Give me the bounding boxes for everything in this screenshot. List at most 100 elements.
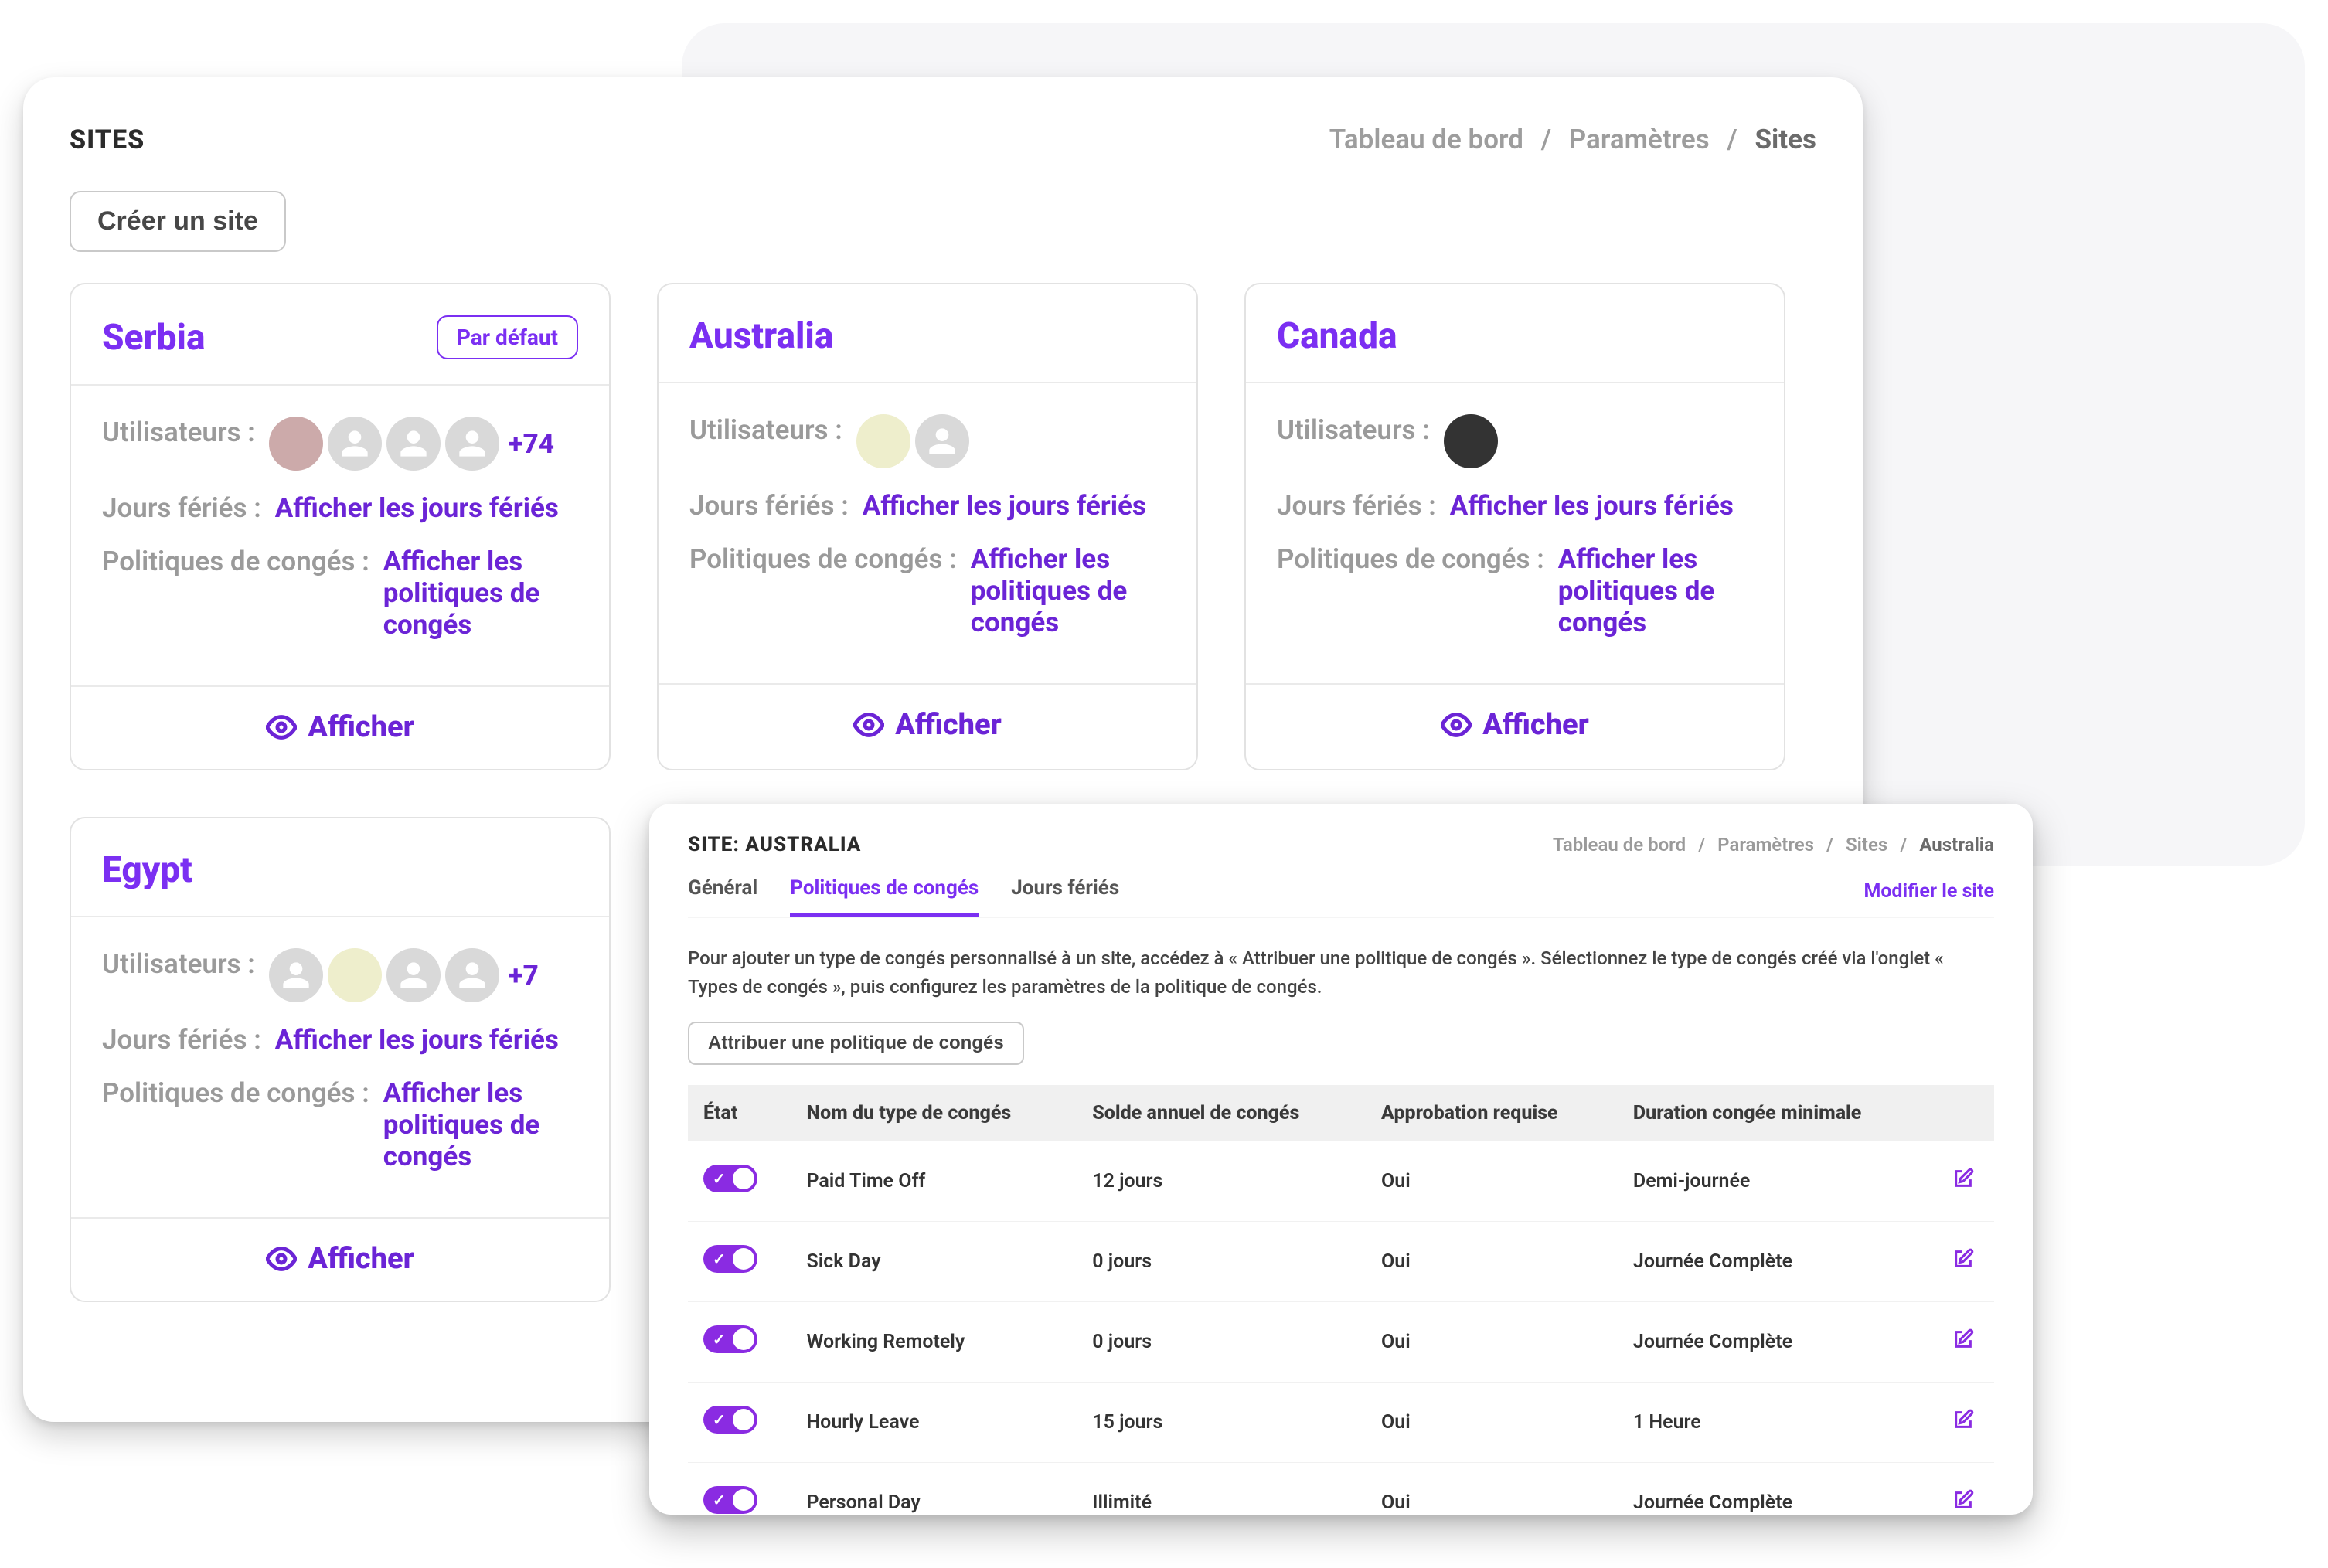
policies-table: État Nom du type de congés Solde annuel … <box>688 1085 1994 1542</box>
policies-link[interactable]: Afficher les politiques de congés <box>383 546 578 641</box>
site-card-serbia: Serbia Par défaut Utilisateurs : +74 Jou… <box>70 283 611 770</box>
edit-icon[interactable] <box>1952 1489 1974 1511</box>
view-site-link[interactable]: Afficher <box>853 708 1002 742</box>
breadcrumb-item[interactable]: Tableau de bord <box>1553 834 1686 855</box>
users-label: Utilisateurs : <box>689 414 842 446</box>
site-card-body: Utilisateurs : +74 Jours fériés : Affich… <box>71 386 609 685</box>
site-card-canada: Canada Utilisateurs : Jours fériés : Aff… <box>1244 283 1785 770</box>
breadcrumb-item[interactable]: Tableau de bord <box>1329 124 1523 155</box>
more-users-count[interactable]: +74 <box>509 428 554 460</box>
tab-leave-policies[interactable]: Politiques de congés <box>790 876 979 917</box>
breadcrumb-item[interactable]: Paramètres <box>1569 124 1710 155</box>
edit-icon[interactable] <box>1952 1409 1974 1430</box>
cell-min: Journée Complète <box>1618 1302 1932 1383</box>
check-icon: ✓ <box>713 1330 726 1349</box>
view-site-link[interactable]: Afficher <box>1441 708 1589 742</box>
policies-row: Politiques de congés : Afficher les poli… <box>102 546 578 641</box>
detail-header: SITE: AUSTRALIA Tableau de bord / Paramè… <box>688 833 1994 856</box>
holidays-link[interactable]: Afficher les jours fériés <box>275 492 559 524</box>
site-name: Australia <box>689 315 833 357</box>
table-row: ✓ Sick Day 0 jours Oui Journée Complète <box>688 1222 1994 1302</box>
avatar[interactable] <box>1444 414 1498 468</box>
avatar-placeholder[interactable] <box>915 414 969 468</box>
avatar-placeholder[interactable] <box>445 948 499 1002</box>
breadcrumb-item-active: Australia <box>1919 834 1994 855</box>
edit-icon[interactable] <box>1952 1248 1974 1270</box>
more-users-count[interactable]: +7 <box>509 960 539 991</box>
toggle-enabled[interactable]: ✓ <box>703 1245 757 1273</box>
cell-balance: 15 jours <box>1077 1383 1366 1463</box>
users-avatars <box>1444 414 1498 468</box>
avatar-placeholder[interactable] <box>445 417 499 471</box>
eye-icon <box>853 709 884 740</box>
site-card-egypt: Egypt Utilisateurs : +7 Jours fériés : A… <box>70 817 611 1302</box>
view-label: Afficher <box>308 710 414 744</box>
help-text: Pour ajouter un type de congés personnal… <box>688 944 1994 1002</box>
site-name: Canada <box>1277 315 1397 357</box>
site-card-body: Utilisateurs : +7 Jours fériés : Affiche… <box>71 917 609 1217</box>
holidays-link[interactable]: Afficher les jours fériés <box>863 490 1146 522</box>
person-icon <box>927 426 958 457</box>
holidays-row: Jours fériés : Afficher les jours fériés <box>1277 490 1753 522</box>
breadcrumb: Tableau de bord / Paramètres / Sites <box>1329 124 1816 155</box>
policies-tbody: ✓ Paid Time Off 12 jours Oui Demi-journé… <box>688 1141 1994 1542</box>
detail-breadcrumb: Tableau de bord / Paramètres / Sites / A… <box>1553 834 1994 855</box>
cell-name: Sick Day <box>791 1222 1077 1302</box>
person-icon <box>339 428 370 459</box>
avatar[interactable] <box>856 414 910 468</box>
policies-label: Politiques de congés : <box>689 543 957 575</box>
create-site-button[interactable]: Créer un site <box>70 191 286 252</box>
table-row: ✓ Paid Time Off 12 jours Oui Demi-journé… <box>688 1141 1994 1222</box>
col-approval: Approbation requise <box>1366 1085 1618 1141</box>
cell-approval: Oui <box>1366 1463 1618 1543</box>
tab-general[interactable]: Général <box>688 876 757 917</box>
policies-link[interactable]: Afficher les politiques de congés <box>1558 543 1753 638</box>
col-min-duration: Duration congée minimale <box>1618 1085 1932 1141</box>
holidays-link[interactable]: Afficher les jours fériés <box>275 1024 559 1056</box>
edit-icon[interactable] <box>1952 1168 1974 1189</box>
policies-label: Politiques de congés : <box>102 546 369 577</box>
view-site-link[interactable]: Afficher <box>266 710 414 744</box>
cell-name: Personal Day <box>791 1463 1077 1543</box>
avatar[interactable] <box>328 948 382 1002</box>
view-site-link[interactable]: Afficher <box>266 1242 414 1276</box>
person-icon <box>457 960 488 991</box>
check-icon: ✓ <box>713 1491 726 1509</box>
toggle-enabled[interactable]: ✓ <box>703 1325 757 1353</box>
holidays-row: Jours fériés : Afficher les jours fériés <box>102 492 578 524</box>
holidays-link[interactable]: Afficher les jours fériés <box>1450 490 1734 522</box>
breadcrumb-item[interactable]: Paramètres <box>1717 834 1814 855</box>
tabs-row: Général Politiques de congés Jours férié… <box>688 876 1994 918</box>
avatar-placeholder[interactable] <box>386 948 441 1002</box>
edit-icon[interactable] <box>1952 1328 1974 1350</box>
users-label: Utilisateurs : <box>102 948 255 980</box>
policies-link[interactable]: Afficher les politiques de congés <box>971 543 1166 638</box>
users-avatars <box>856 414 969 468</box>
toggle-enabled[interactable]: ✓ <box>703 1165 757 1192</box>
tabs: Général Politiques de congés Jours férié… <box>688 876 1119 917</box>
assign-policy-button[interactable]: Attribuer une politique de congés <box>688 1022 1024 1065</box>
users-label: Utilisateurs : <box>1277 414 1430 446</box>
site-card-body: Utilisateurs : Jours fériés : Afficher l… <box>659 383 1196 683</box>
site-card-header: Egypt <box>71 818 609 917</box>
tab-holidays[interactable]: Jours fériés <box>1011 876 1119 917</box>
policies-link[interactable]: Afficher les politiques de congés <box>383 1077 578 1172</box>
modify-site-link[interactable]: Modifier le site <box>1863 880 1994 917</box>
check-icon: ✓ <box>713 1169 726 1188</box>
avatar-placeholder[interactable] <box>328 417 382 471</box>
users-row: Utilisateurs : <box>689 414 1166 468</box>
cell-min: Journée Complète <box>1618 1222 1932 1302</box>
breadcrumb-separator: / <box>1727 124 1737 155</box>
table-header-row: État Nom du type de congés Solde annuel … <box>688 1085 1994 1141</box>
breadcrumb-item[interactable]: Sites <box>1846 834 1887 855</box>
avatar-placeholder[interactable] <box>269 948 323 1002</box>
site-detail-panel: SITE: AUSTRALIA Tableau de bord / Paramè… <box>649 804 2033 1515</box>
avatar[interactable] <box>269 417 323 471</box>
toggle-enabled[interactable]: ✓ <box>703 1406 757 1434</box>
toggle-enabled[interactable]: ✓ <box>703 1486 757 1514</box>
avatar-placeholder[interactable] <box>386 417 441 471</box>
holidays-label: Jours fériés : <box>102 492 261 524</box>
site-name: Serbia <box>102 317 206 359</box>
person-icon <box>281 960 311 991</box>
view-label: Afficher <box>308 1242 414 1276</box>
